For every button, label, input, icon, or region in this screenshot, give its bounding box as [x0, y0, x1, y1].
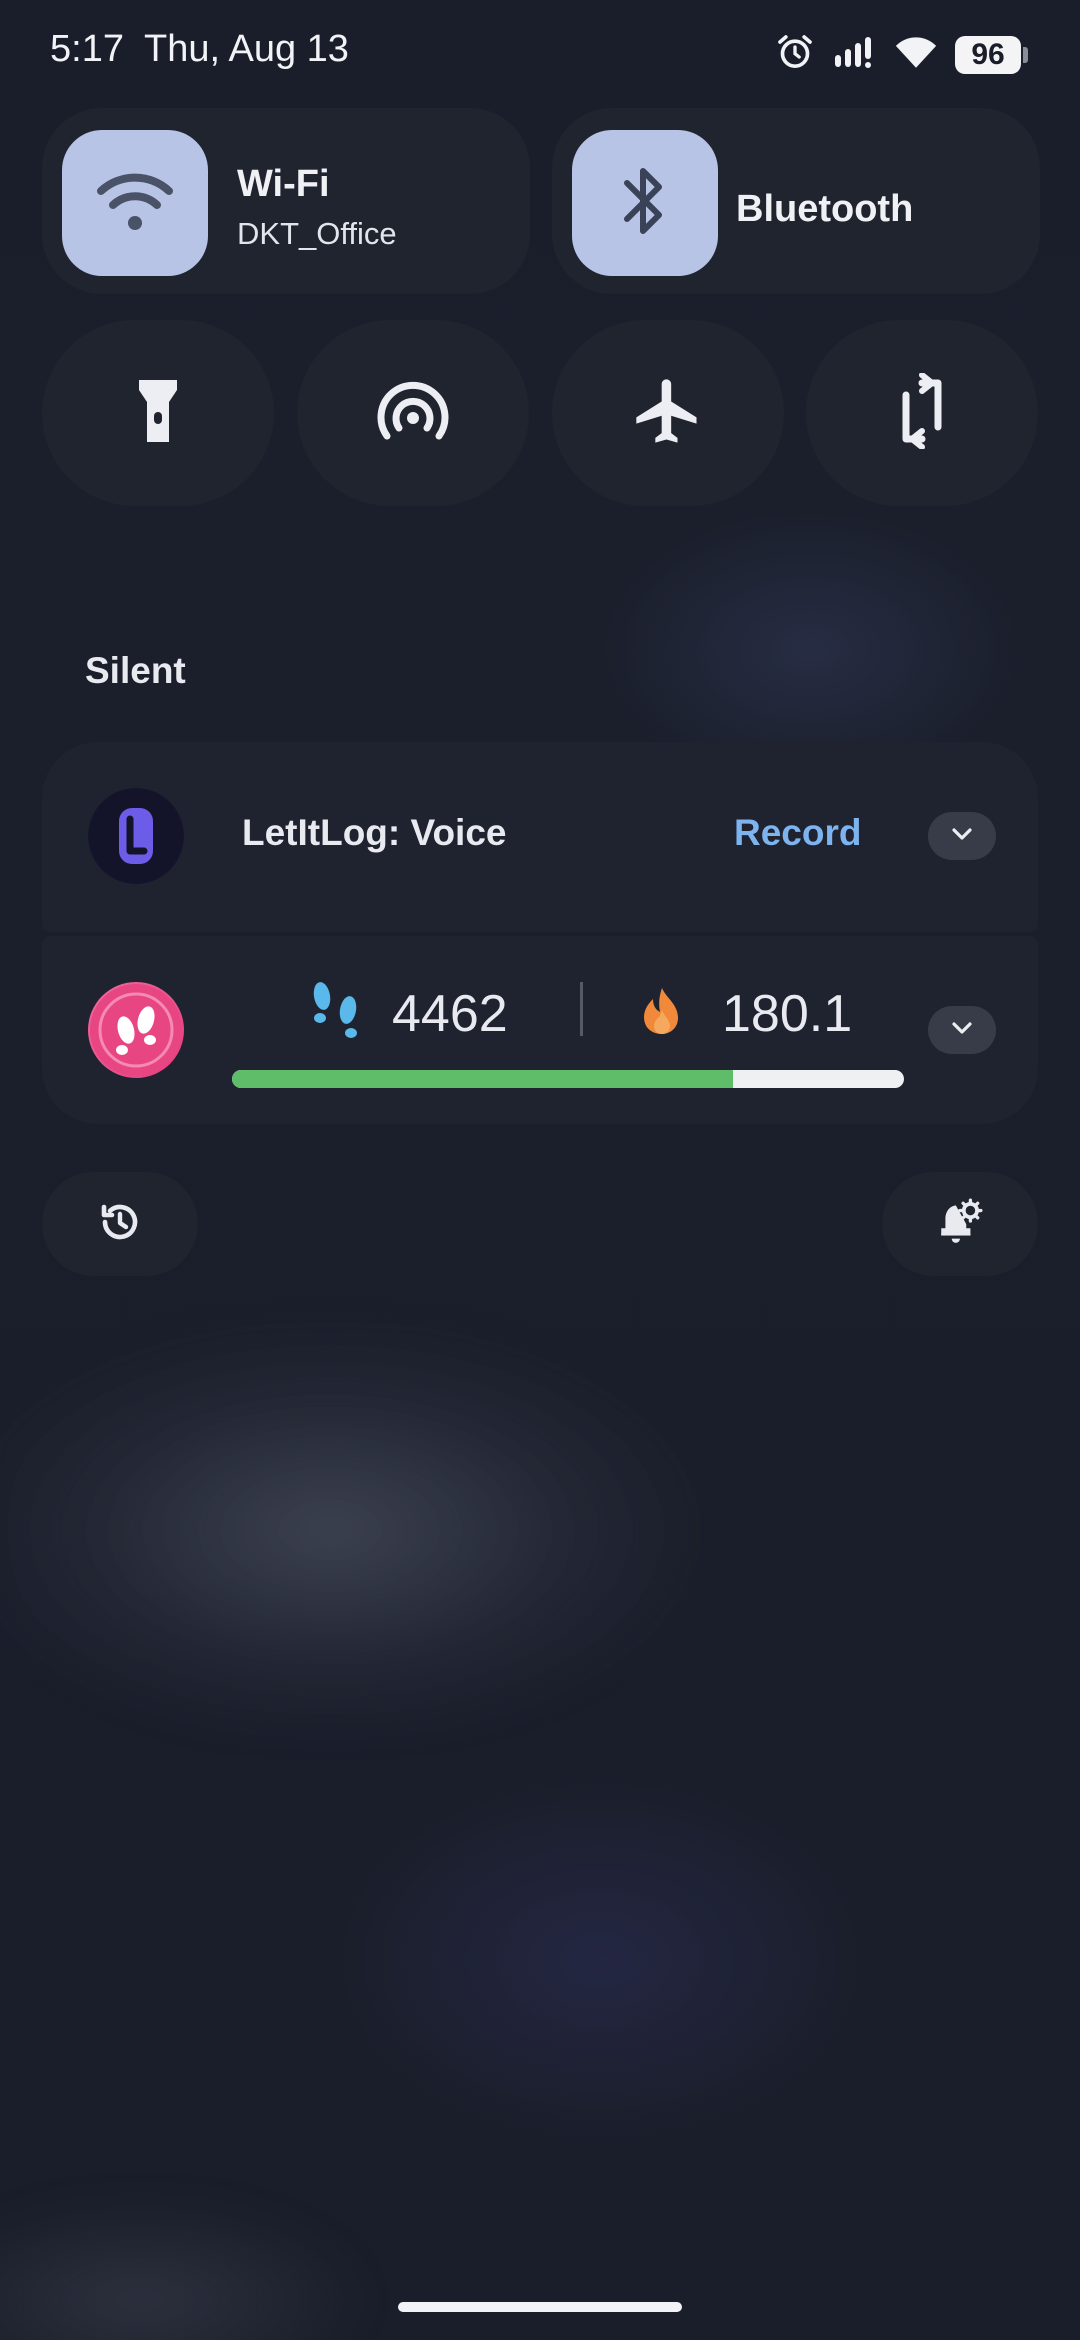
flashlight-icon [135, 376, 181, 451]
airplane-icon [630, 373, 706, 454]
notification-settings-icon [935, 1197, 985, 1252]
auto-rotate-icon [892, 371, 952, 454]
hotspot-icon [375, 378, 451, 449]
wifi-tile-icon-box[interactable] [62, 130, 208, 276]
bluetooth-tile-icon-box[interactable] [572, 130, 718, 276]
footprints-icon [308, 980, 364, 1047]
expand-notification-button[interactable] [928, 812, 996, 860]
background-blur [0, 1330, 740, 1730]
letitlog-icon [88, 788, 184, 884]
notification-steps[interactable]: 4462 180.1 [42, 936, 1038, 1124]
wifi-network-name: DKT_Office [237, 216, 397, 251]
wifi-tile[interactable]: Wi-Fi DKT_Office [42, 108, 530, 294]
notification-shade: 5:17 Thu, Aug 13 96 Wi-Fi DKT_Office Blu… [0, 0, 1080, 2340]
chevron-down-icon [951, 1021, 973, 1040]
airplane-mode-tile[interactable] [552, 320, 784, 506]
notification-letitlog[interactable]: LetItLog: Voice Record [42, 742, 1038, 932]
section-label-silent: Silent [85, 650, 186, 691]
steps-count: 4462 [392, 985, 508, 1043]
fire-icon [636, 986, 688, 1041]
record-button[interactable]: Record [734, 812, 861, 854]
notification-settings-button[interactable] [882, 1172, 1038, 1276]
signal-icon [833, 35, 877, 74]
steps-progress-fill [232, 1070, 733, 1088]
notification-history-button[interactable] [42, 1172, 198, 1276]
calories-count: 180.1 [722, 985, 853, 1043]
steps-progress-bar [232, 1070, 904, 1088]
bluetooth-icon [615, 163, 675, 244]
home-indicator[interactable] [398, 2302, 682, 2312]
wifi-icon [95, 169, 175, 238]
auto-rotate-tile[interactable] [806, 320, 1038, 506]
battery-icon: 96 [955, 35, 1028, 74]
stat-divider [580, 982, 583, 1036]
status-date: Thu, Aug 13 [144, 28, 349, 70]
background-blur-2 [0, 2180, 420, 2340]
bluetooth-title: Bluetooth [736, 188, 914, 230]
alarm-icon [775, 32, 815, 77]
wifi-icon [895, 34, 937, 75]
history-icon [96, 1198, 144, 1251]
status-time: 5:17 [50, 28, 124, 70]
battery-level: 96 [955, 35, 1021, 74]
bluetooth-tile[interactable]: Bluetooth [552, 108, 1040, 294]
status-bar: 5:17 Thu, Aug 13 96 [0, 0, 1080, 104]
wifi-title: Wi-Fi [237, 163, 330, 205]
battery-tip [1023, 46, 1028, 63]
status-icons: 96 [775, 32, 1028, 77]
flashlight-tile[interactable] [42, 320, 274, 506]
notification-title: LetItLog: Voice [242, 812, 507, 853]
hotspot-tile[interactable] [297, 320, 529, 506]
chevron-down-icon [951, 827, 973, 846]
steps-app-icon [88, 982, 184, 1078]
expand-notification-button[interactable] [928, 1006, 996, 1054]
